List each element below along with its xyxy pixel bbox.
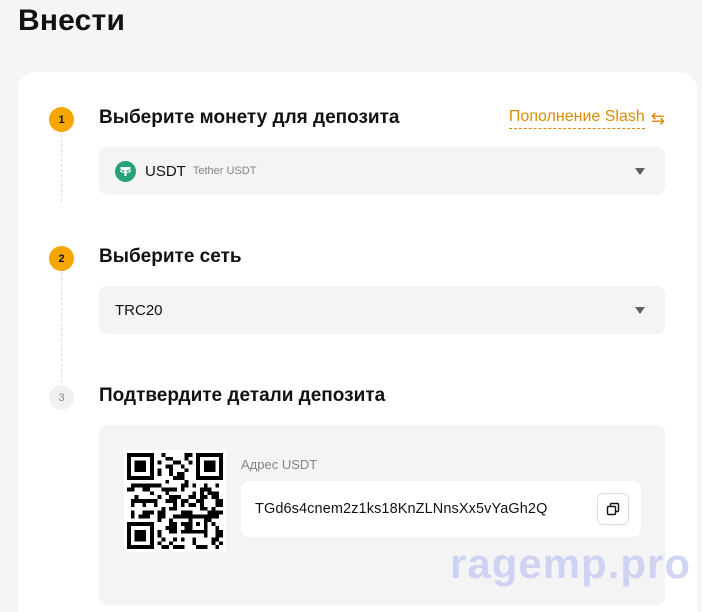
watermark: ragemp.pro — [450, 540, 692, 587]
copy-icon — [606, 502, 620, 516]
step-3-title: Подтвердите детали депозита — [99, 385, 386, 406]
chevron-down-icon — [635, 307, 645, 314]
step-2-title: Выберите сеть — [99, 246, 242, 267]
swap-arrows-icon: ⇆ — [650, 109, 665, 128]
timeline-connector — [61, 272, 62, 382]
copy-button[interactable] — [597, 493, 629, 525]
switch-deposit-link[interactable]: Пополнение Slash ⇆ — [508, 108, 665, 129]
address-field: TGd6s4cnem2z1ks18KnZLNnsXx5vYaGh2Q — [241, 481, 641, 537]
step-1-number: 1 — [49, 107, 74, 132]
network-select[interactable]: TRC20 — [99, 286, 665, 334]
network-value: TRC20 — [115, 301, 163, 319]
qr-code-image — [127, 453, 223, 549]
tether-icon — [115, 160, 136, 182]
switch-deposit-label: Пополнение Slash — [508, 108, 645, 129]
coin-symbol: USDT — [145, 162, 186, 180]
address-label: Адрес USDT — [241, 457, 318, 472]
coin-select[interactable]: USDT Tether USDT — [99, 147, 665, 195]
page-title: Внести — [18, 4, 126, 37]
deposit-card: 1 Выберите монету для депозита Пополнени… — [18, 72, 697, 612]
step-2-number: 2 — [49, 246, 74, 271]
chevron-down-icon — [635, 168, 645, 175]
step-3-number: 3 — [49, 385, 74, 410]
coin-name: Tether USDT — [192, 165, 257, 177]
timeline-connector — [61, 134, 62, 202]
address-text[interactable]: TGd6s4cnem2z1ks18KnZLNnsXx5vYaGh2Q — [255, 501, 547, 517]
step-1-title: Выберите монету для депозита — [99, 107, 400, 128]
qr-code — [124, 450, 226, 552]
